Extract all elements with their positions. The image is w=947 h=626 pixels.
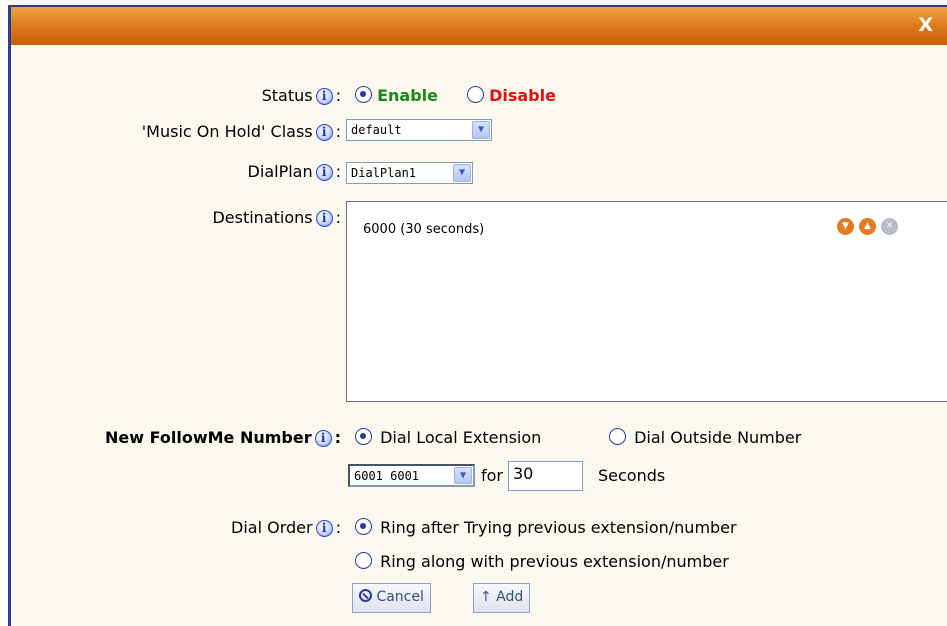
- destinations-list[interactable]: 6000 (30 seconds) ▼ ▲ ✕: [346, 201, 947, 402]
- ring-along-radio[interactable]: [355, 552, 372, 569]
- dialog-title-bar: X: [11, 7, 947, 45]
- ring-after-radio[interactable]: [355, 518, 372, 535]
- add-button[interactable]: ↑ Add: [473, 583, 531, 613]
- seconds-label: Seconds: [598, 466, 666, 485]
- dialplan-value: DialPlan1: [351, 166, 417, 180]
- extension-value: 6001 6001: [354, 469, 420, 483]
- moh-class-value: default: [351, 123, 402, 137]
- dial-order-label: Dial Order: [231, 518, 313, 537]
- followme-dialog: X Status i: Enable Disable 'Music On Hold…: [8, 5, 947, 626]
- dial-outside-label: Dial Outside Number: [634, 428, 802, 447]
- status-label: Status: [261, 86, 313, 105]
- move-down-icon[interactable]: ▼: [837, 218, 854, 235]
- move-up-icon[interactable]: ▲: [859, 218, 876, 235]
- info-icon[interactable]: i: [315, 520, 333, 537]
- status-label-row: Status i:: [261, 86, 341, 105]
- moh-class-select[interactable]: default ▼: [346, 119, 492, 141]
- status-enable-option[interactable]: Enable: [355, 86, 438, 105]
- extension-select[interactable]: 6001 6001 ▼: [348, 464, 475, 487]
- info-icon[interactable]: i: [315, 124, 333, 141]
- chevron-down-icon[interactable]: ▼: [454, 467, 472, 484]
- dialplan-select[interactable]: DialPlan1 ▼: [346, 162, 473, 184]
- dial-outside-radio[interactable]: [609, 428, 626, 445]
- seconds-input[interactable]: 30: [508, 461, 583, 491]
- ring-after-option[interactable]: Ring after Trying previous extension/num…: [355, 518, 737, 537]
- status-enable-radio[interactable]: [355, 86, 372, 103]
- cancel-button-label: Cancel: [376, 589, 424, 605]
- dialplan-label-row: DialPlan i:: [247, 162, 341, 181]
- chevron-down-icon[interactable]: ▼: [472, 121, 490, 139]
- info-icon[interactable]: i: [315, 164, 333, 181]
- ring-along-label: Ring along with previous extension/numbe…: [380, 552, 729, 571]
- info-icon[interactable]: i: [314, 430, 332, 447]
- delete-icon[interactable]: ✕: [881, 218, 898, 235]
- info-icon[interactable]: i: [315, 210, 333, 227]
- followme-label-row: New FollowMe Number i:: [104, 428, 341, 447]
- dial-outside-option[interactable]: Dial Outside Number: [609, 428, 801, 447]
- moh-label-row: 'Music On Hold' Class i:: [141, 122, 341, 141]
- ring-after-label: Ring after Trying previous extension/num…: [380, 518, 737, 537]
- followme-label: New FollowMe Number: [104, 428, 312, 447]
- list-item[interactable]: 6000 (30 seconds): [363, 222, 484, 237]
- for-label: for: [481, 466, 503, 485]
- cancel-button[interactable]: Cancel: [352, 583, 431, 613]
- dialplan-label: DialPlan: [247, 162, 313, 181]
- destinations-label-row: Destinations i:: [212, 208, 341, 227]
- ring-along-option[interactable]: Ring along with previous extension/numbe…: [355, 552, 729, 571]
- moh-label: 'Music On Hold' Class: [141, 122, 313, 141]
- destinations-label: Destinations: [212, 208, 313, 227]
- dial-local-label: Dial Local Extension: [380, 428, 542, 447]
- status-disable-radio[interactable]: [467, 86, 484, 103]
- status-disable-option[interactable]: Disable: [467, 86, 556, 105]
- status-disable-label: Disable: [489, 86, 556, 105]
- cancel-icon: [359, 589, 372, 602]
- chevron-down-icon[interactable]: ▼: [453, 164, 471, 182]
- dial-order-label-row: Dial Order i:: [231, 518, 341, 537]
- info-icon[interactable]: i: [315, 88, 333, 105]
- status-enable-label: Enable: [377, 86, 438, 105]
- dial-local-radio[interactable]: [355, 428, 372, 445]
- add-button-label: ↑ Add: [480, 589, 524, 605]
- dial-local-option[interactable]: Dial Local Extension: [355, 428, 541, 447]
- close-button[interactable]: X: [918, 14, 933, 36]
